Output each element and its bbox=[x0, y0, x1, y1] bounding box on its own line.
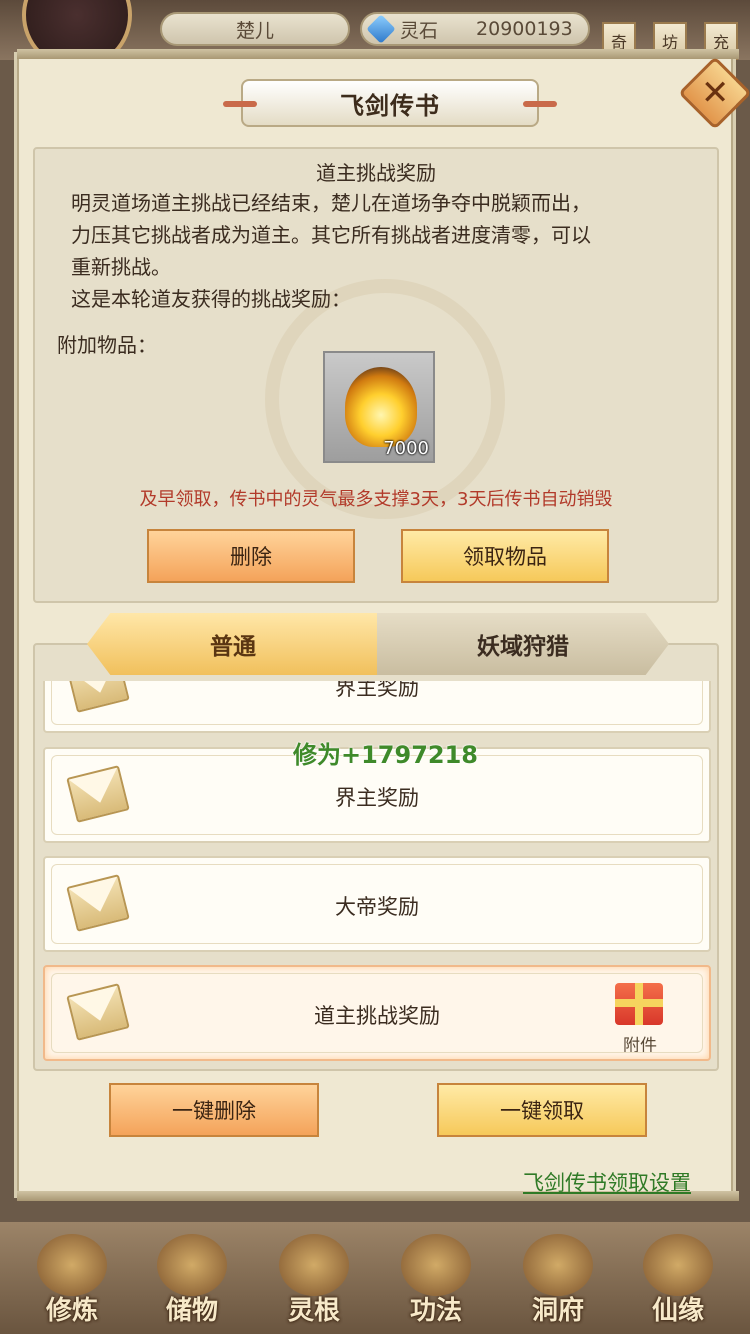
nav-storage[interactable]: 储物 bbox=[142, 1234, 242, 1332]
spirit-stone-icon bbox=[366, 14, 396, 44]
tab-demon-hunt[interactable]: 妖域狩猎 bbox=[377, 613, 669, 675]
player-name: 楚儿 bbox=[160, 12, 350, 46]
envelope-icon bbox=[66, 765, 130, 823]
flying-sword-mail-dialog: 飞剑传书 ✕ 道主挑战奖励 明灵道场道主挑战已经结束，楚儿在道场争夺中脱颖而出，… bbox=[14, 49, 750, 1201]
claim-settings-link[interactable]: 飞剑传书领取设置 bbox=[523, 1167, 691, 1197]
gift-box-icon bbox=[615, 983, 663, 1025]
spirit-stone-value: 20900193 bbox=[476, 18, 573, 40]
claim-all-button[interactable]: 一键领取 bbox=[437, 1083, 647, 1137]
close-button[interactable]: ✕ bbox=[678, 56, 750, 130]
mail-list-item-selected[interactable]: 道主挑战奖励 附件 bbox=[43, 965, 711, 1061]
bottom-nav: 修炼 储物 灵根 功法 洞府 仙缘 bbox=[0, 1222, 750, 1334]
mail-list-item[interactable]: 界主奖励 bbox=[43, 681, 711, 733]
immortal-fate-icon bbox=[643, 1234, 713, 1296]
scroll-rod-top bbox=[17, 49, 739, 59]
nav-fate[interactable]: 仙缘 bbox=[628, 1234, 728, 1332]
expiry-warning: 及早领取，传书中的灵气最多支撑3天，3天后传书自动销毁 bbox=[139, 489, 613, 510]
envelope-icon bbox=[66, 681, 130, 713]
mail-title: 道主挑战奖励 bbox=[316, 161, 436, 185]
envelope-icon bbox=[66, 983, 130, 1041]
cultivation-gain-text: 修为+1797218 bbox=[293, 741, 479, 769]
delete-button[interactable]: 删除 bbox=[147, 529, 355, 583]
nav-technique[interactable]: 功法 bbox=[386, 1234, 486, 1332]
cultivate-icon bbox=[37, 1234, 107, 1296]
mail-list-panel: 界主奖励 界主奖励 大帝奖励 道主挑战奖励 附件 bbox=[33, 643, 719, 1071]
technique-book-icon bbox=[401, 1234, 471, 1296]
mail-item-title: 界主奖励 bbox=[335, 681, 419, 700]
spirit-stone-counter: 灵石 20900193 bbox=[360, 12, 590, 46]
attachment-item-slot[interactable]: 7000 bbox=[323, 351, 435, 463]
cave-mansion-icon bbox=[523, 1234, 593, 1296]
nav-cave[interactable]: 洞府 bbox=[508, 1234, 608, 1332]
mail-detail-panel: 道主挑战奖励 明灵道场道主挑战已经结束，楚儿在道场争夺中脱颖而出， 力压其它挑战… bbox=[33, 147, 719, 603]
item-count: 7000 bbox=[383, 438, 429, 459]
close-icon: ✕ bbox=[700, 73, 730, 113]
nav-spirit-root[interactable]: 灵根 bbox=[264, 1234, 364, 1332]
spirit-root-icon bbox=[279, 1234, 349, 1296]
spirit-stone-label: 灵石 bbox=[400, 19, 439, 42]
player-name-text: 楚儿 bbox=[235, 19, 274, 42]
mail-body: 明灵道场道主挑战已经结束，楚儿在道场争夺中脱颖而出， 力压其它挑战者成为道主。其… bbox=[71, 191, 591, 311]
mail-item-title: 大帝奖励 bbox=[335, 895, 419, 919]
claim-items-button[interactable]: 领取物品 bbox=[401, 529, 609, 583]
tab-normal[interactable]: 普通 bbox=[87, 613, 379, 675]
storage-bag-icon bbox=[157, 1234, 227, 1296]
attachments-label: 附加物品： bbox=[57, 333, 157, 357]
flame-orb-icon bbox=[345, 367, 417, 447]
dialog-title: 飞剑传书 bbox=[223, 79, 557, 127]
attachment-badge: 附件 bbox=[623, 1036, 657, 1056]
delete-all-button[interactable]: 一键删除 bbox=[109, 1083, 319, 1137]
mail-item-title: 道主挑战奖励 bbox=[314, 1004, 440, 1028]
envelope-icon bbox=[66, 874, 130, 932]
nav-cultivate[interactable]: 修炼 bbox=[22, 1234, 122, 1332]
mail-list-item[interactable]: 大帝奖励 bbox=[43, 856, 711, 952]
